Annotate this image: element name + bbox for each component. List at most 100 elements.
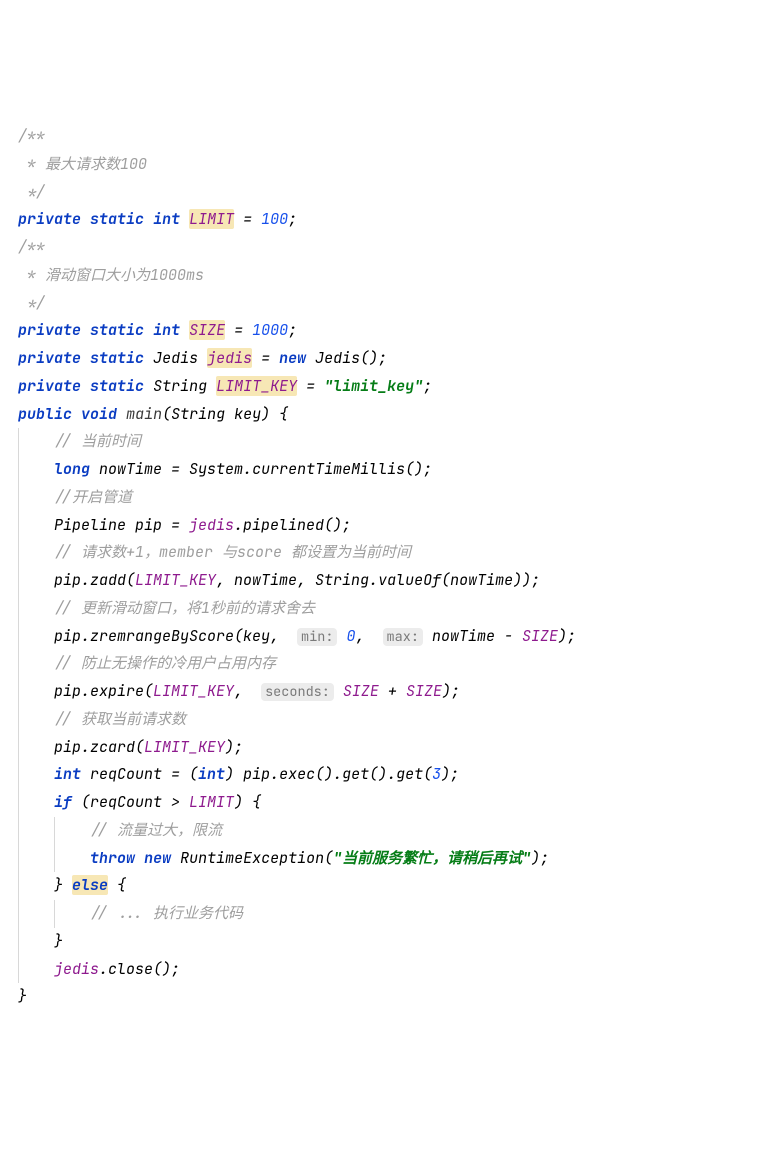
brace: {	[108, 875, 126, 895]
punct: );	[558, 626, 576, 646]
hint-seconds: seconds:	[261, 683, 334, 701]
cast-int: int	[198, 764, 225, 784]
expr: pip.expire(	[54, 681, 153, 701]
indent-guide	[54, 900, 55, 928]
kw-private: private	[18, 348, 81, 368]
javadoc-open: /**	[18, 126, 45, 146]
field-ref-limit: LIMIT	[189, 792, 234, 812]
javadoc-line: * 最大请求数100	[18, 154, 147, 174]
comment: //开启管道	[54, 487, 132, 507]
type-long: long	[54, 459, 90, 479]
field-limit-key: LIMIT_KEY	[216, 376, 297, 396]
brace: }	[18, 986, 27, 1006]
comment: // 防止无操作的冷用户占用内存	[54, 653, 276, 673]
punct: +	[379, 681, 406, 701]
kw-private: private	[18, 376, 81, 396]
kw-else: else	[72, 875, 108, 895]
str-msg: "当前服务繁忙，请稍后再试"	[333, 848, 531, 868]
comment: // 更新滑动窗口，将1秒前的请求舍去	[54, 598, 315, 618]
field-size: SIZE	[189, 320, 225, 340]
expr: (nowTime));	[441, 570, 540, 590]
punct: );	[225, 737, 243, 757]
space	[423, 626, 432, 646]
expr: nowTime -	[432, 626, 522, 646]
field-limit: LIMIT	[189, 209, 234, 229]
field-ref-limitkey: LIMIT_KEY	[135, 570, 216, 590]
javadoc-open: /**	[18, 237, 45, 257]
expr: , nowTime, String.	[216, 570, 378, 590]
indent-guide	[18, 650, 19, 678]
indent-guide	[18, 567, 19, 595]
expr: nowTime = System.	[99, 459, 252, 479]
ctor-runtimeexception: RuntimeException(	[180, 848, 333, 868]
punct: ();	[405, 459, 432, 479]
punct: =	[297, 376, 324, 396]
javadoc-line: * 滑动窗口大小为1000ms	[18, 265, 204, 285]
num-100: 100	[261, 209, 288, 229]
expr: pip.zcard(	[54, 737, 144, 757]
field-ref-limitkey: LIMIT_KEY	[153, 681, 234, 701]
indent-guide	[18, 595, 19, 623]
type-int: int	[153, 320, 180, 340]
code-block: /** * 最大请求数100 */ private static int LIM…	[18, 123, 766, 1011]
indent-guide	[18, 928, 19, 956]
type-string: String	[153, 376, 207, 396]
expr: reqCount = (	[81, 764, 198, 784]
type-int: int	[153, 209, 180, 229]
javadoc-close: */	[18, 182, 45, 202]
expr: (reqCount >	[72, 792, 189, 812]
punct: ();	[360, 348, 387, 368]
brace: }	[54, 875, 72, 895]
comment: // ... 执行业务代码	[90, 903, 243, 923]
expr: ) pip.exec().get().get(	[225, 764, 432, 784]
indent-guide	[18, 706, 19, 734]
kw-static: static	[90, 348, 144, 368]
indent-guide	[54, 845, 55, 873]
field-ref-size: SIZE	[522, 626, 558, 646]
str-limit-key: "limit_key"	[324, 376, 423, 396]
javadoc-close: */	[18, 293, 45, 313]
punct: ,	[355, 626, 373, 646]
brace: }	[54, 931, 63, 951]
kw-void: void	[81, 404, 117, 424]
punct: =	[234, 209, 261, 229]
kw-private: private	[18, 209, 81, 229]
ctor-jedis: Jedis	[315, 348, 360, 368]
space	[334, 681, 343, 701]
field-ref-size: SIZE	[343, 681, 379, 701]
punct: );	[441, 764, 459, 784]
kw-public: public	[18, 404, 72, 424]
kw-if: if	[54, 792, 72, 812]
method-main: main	[126, 404, 162, 424]
sig-params: (String key) {	[162, 404, 288, 424]
indent-guide	[18, 761, 19, 789]
indent-guide	[18, 428, 19, 456]
indent-guide	[18, 789, 19, 817]
indent-guide	[18, 734, 19, 762]
expr: pip.zremrangeByScore(key,	[54, 626, 288, 646]
indent-guide	[18, 539, 19, 567]
expr: .close();	[99, 959, 180, 979]
indent-guide	[18, 845, 19, 873]
field-ref-size: SIZE	[406, 681, 442, 701]
indent-guide	[18, 817, 19, 845]
indent-guide	[18, 678, 19, 706]
type-jedis: Jedis	[153, 348, 198, 368]
hint-max: max:	[383, 628, 423, 646]
field-ref-jedis: jedis	[189, 515, 234, 535]
indent-guide	[18, 484, 19, 512]
expr: .pipelined();	[234, 515, 351, 535]
kw-static: static	[90, 376, 144, 396]
field-ref-jedis: jedis	[54, 959, 99, 979]
kw-private: private	[18, 320, 81, 340]
kw-new: new	[279, 348, 306, 368]
indent-guide	[18, 456, 19, 484]
punct: ;	[288, 320, 297, 340]
punct: ) {	[234, 792, 261, 812]
punct: ;	[423, 376, 432, 396]
indent-guide	[18, 900, 19, 928]
comment: // 流量过大，限流	[90, 820, 222, 840]
num-1000: 1000	[252, 320, 288, 340]
type-int: int	[54, 764, 81, 784]
indent-guide	[18, 872, 19, 900]
